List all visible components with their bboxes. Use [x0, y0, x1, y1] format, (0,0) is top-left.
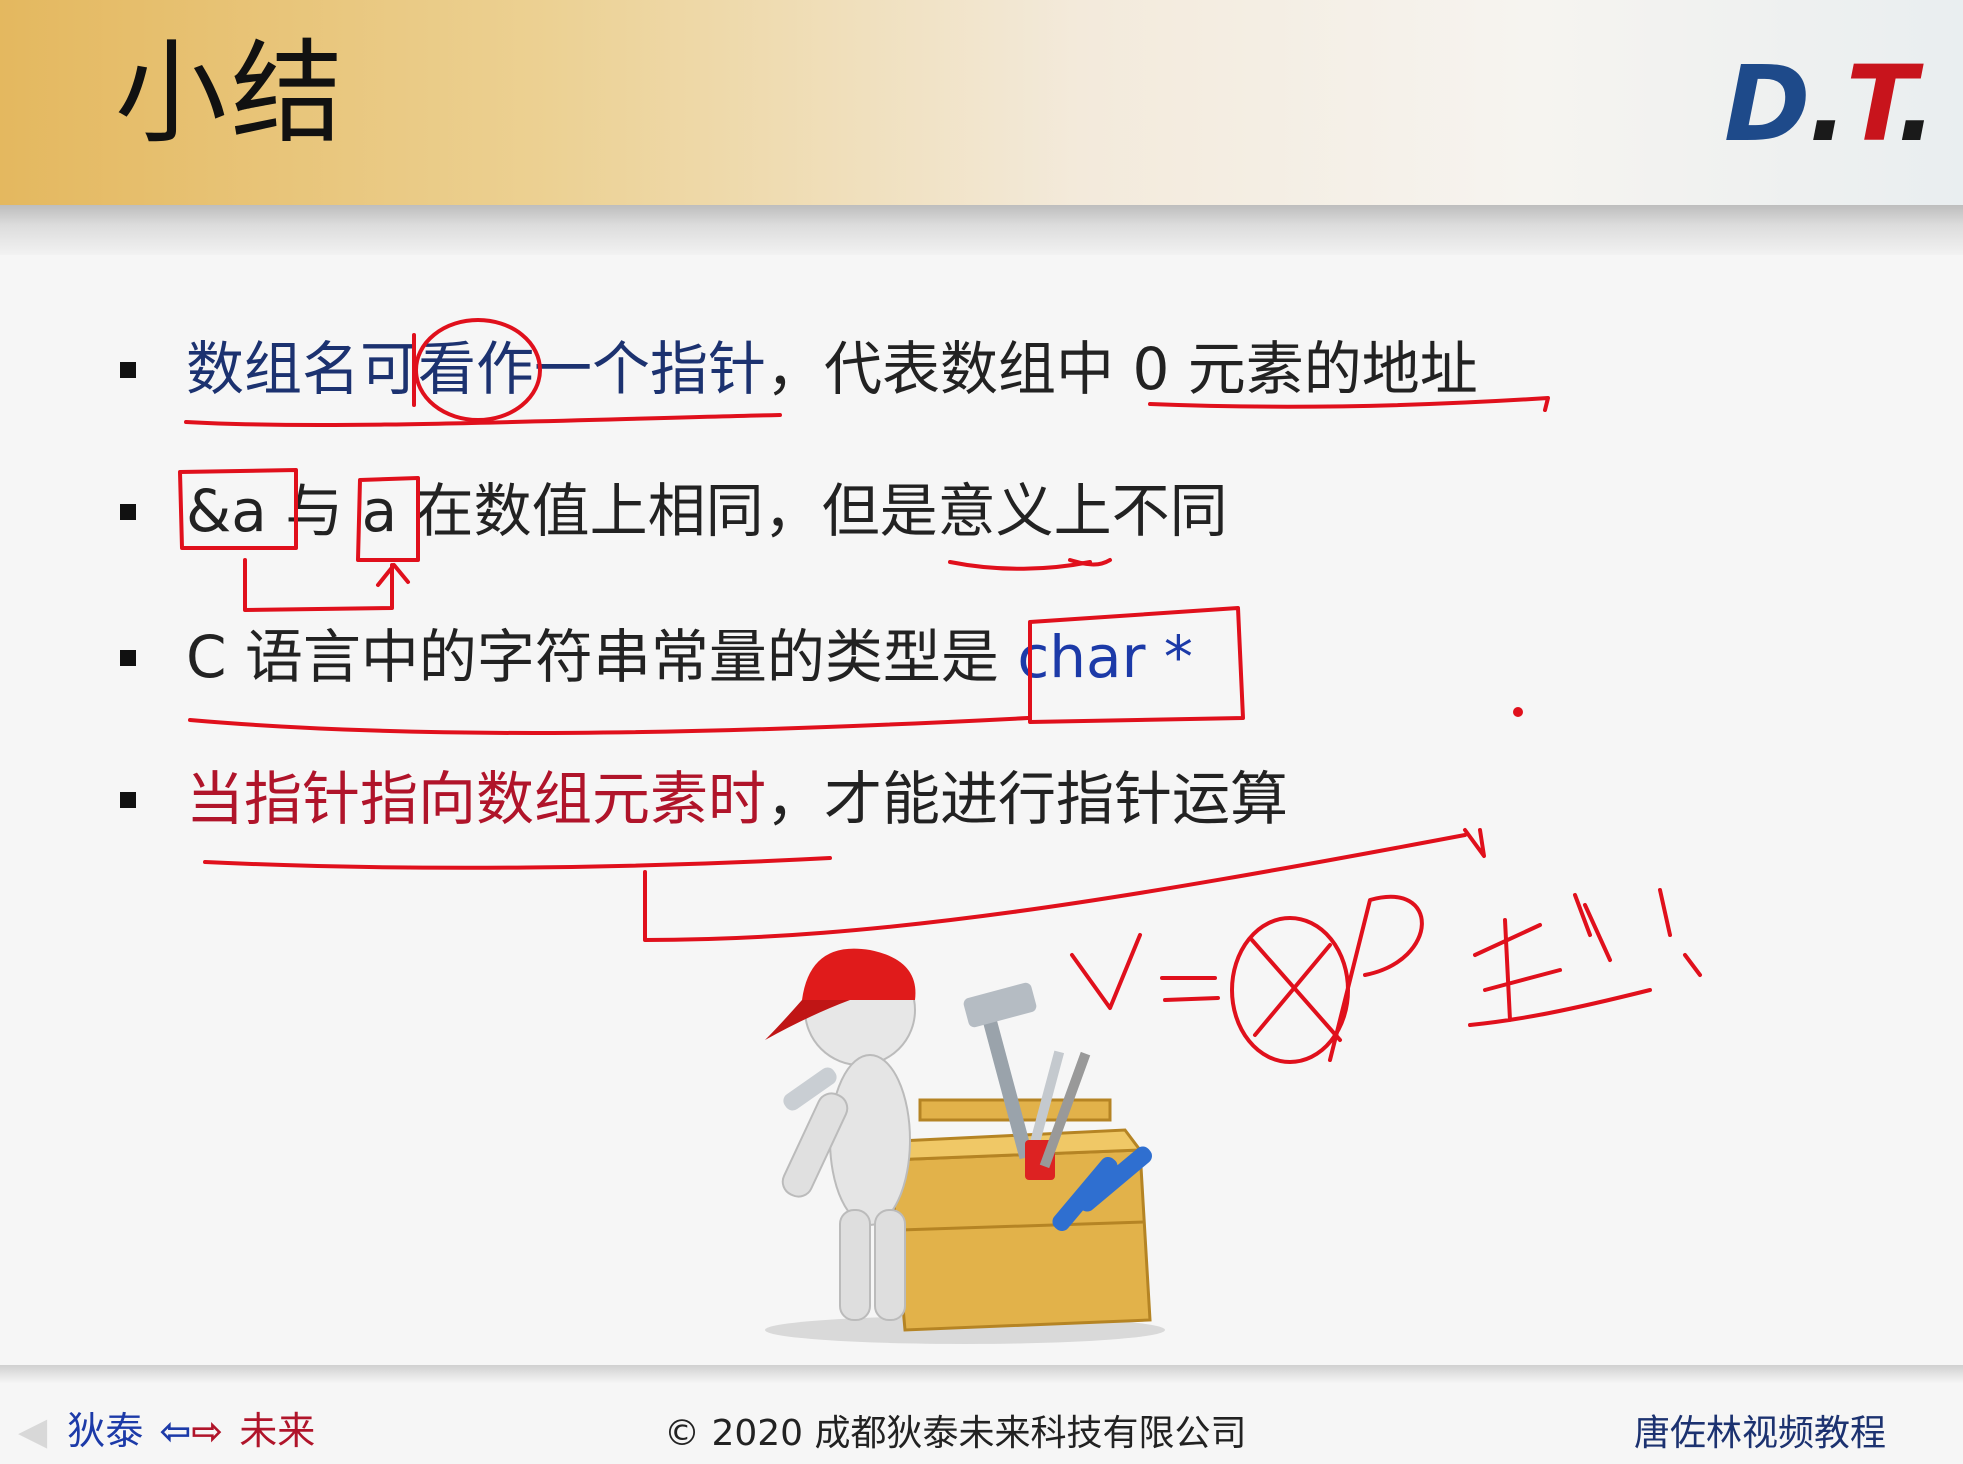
nav-left-label: 狄泰 — [67, 1409, 144, 1453]
bullet-line-4: 当指针指向数组元素时，才能进行指针运算 — [186, 770, 1288, 828]
logo-dot: . — [1808, 43, 1847, 165]
toolbox-mascot-illustration — [765, 948, 1165, 1344]
array-name-phrase: 数组名可看作一个指针 — [186, 335, 767, 403]
bullet-marker — [120, 650, 136, 666]
course-credit: 唐佐林视频教程 — [1634, 1413, 1887, 1454]
footer-divider — [0, 1365, 1963, 1383]
title-divider — [0, 205, 1963, 255]
copyright-text: © 2020 成都狄泰未来科技有限公司 — [664, 1413, 1247, 1454]
pointer-to-array-phrase: 当指针指向数组元素时 — [186, 765, 767, 833]
char-pointer-type: char * — [1017, 623, 1193, 691]
bullet-line-1-rest: ，代表数组中 0 元素的地址 — [766, 335, 1478, 403]
bullet-line-3-text: C 语言中的字符串常量的类型是 — [186, 623, 1018, 691]
bullet-line-3: C 语言中的字符串常量的类型是 char * — [186, 628, 1193, 686]
bullet-marker — [120, 792, 136, 808]
bullet-marker — [120, 362, 136, 378]
dt-logo: D.T. — [1724, 52, 1937, 156]
arrow-right-icon[interactable]: ⇨ — [191, 1409, 223, 1453]
slide: 小结 D.T. 数组名可看作一个指针，代表数组中 0 元素的地址 &a 与 a … — [0, 0, 1963, 1464]
nav-right-label: 未来 — [239, 1409, 316, 1453]
logo-dot: . — [1897, 43, 1936, 165]
bullet-line-1: 数组名可看作一个指针，代表数组中 0 元素的地址 — [186, 340, 1478, 398]
logo-d: D — [1724, 43, 1810, 165]
bullet-line-2: &a 与 a 在数值上相同，但是意义上不同 — [186, 477, 1228, 545]
prev-slide-arrow-icon[interactable]: ◀ — [18, 1409, 47, 1453]
bullet-line-4-rest: ，才能进行指针运算 — [766, 765, 1289, 833]
arrow-left-icon[interactable]: ⇦ — [159, 1409, 191, 1453]
slide-title: 小结 — [115, 29, 347, 159]
slide-nav: ◀ 狄泰 ⇦⇨ 未来 — [18, 1400, 315, 1455]
logo-t: T — [1845, 43, 1899, 165]
nav-arrows-icon[interactable]: ⇦⇨ — [159, 1409, 223, 1453]
bullet-marker — [120, 504, 136, 520]
